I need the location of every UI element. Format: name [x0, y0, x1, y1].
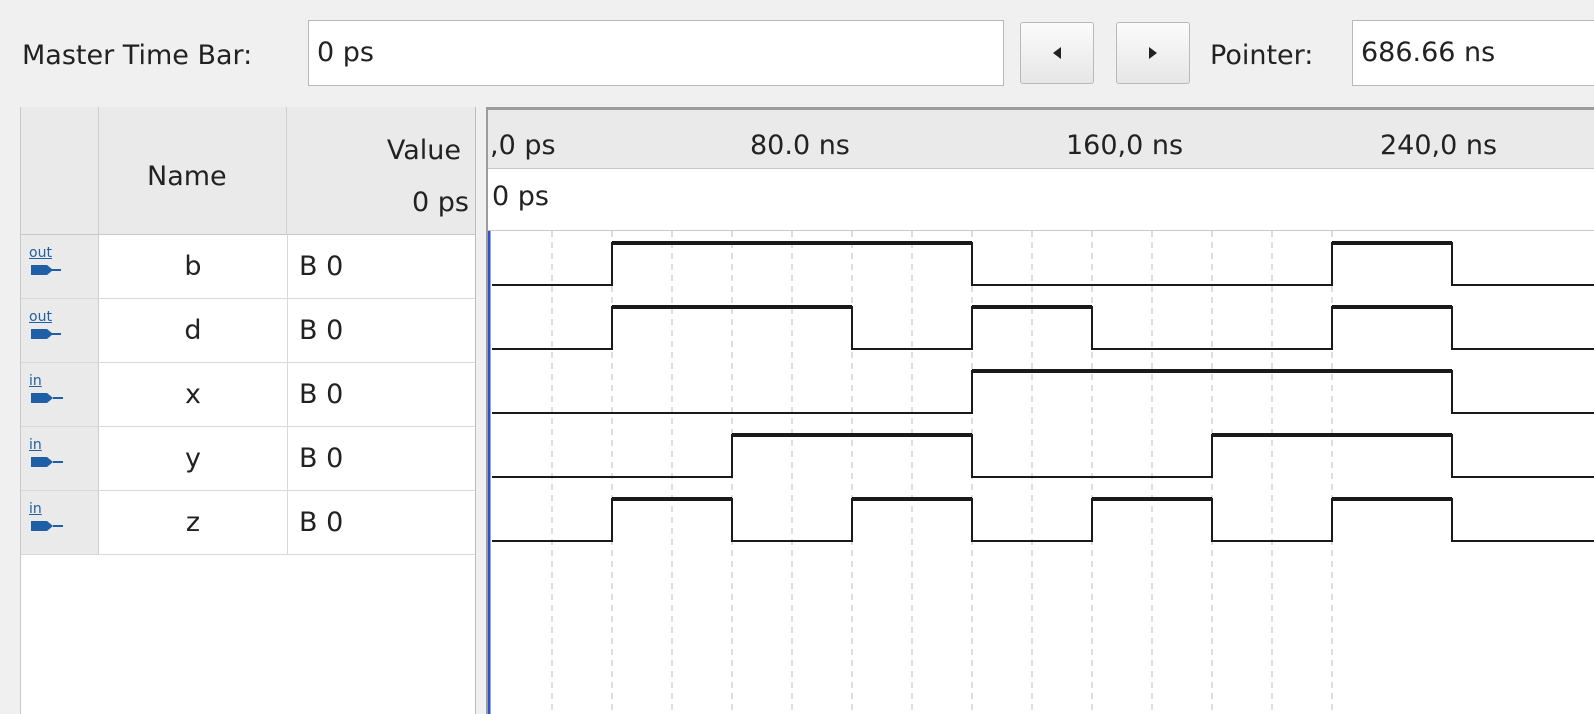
pin-direction-label: in	[29, 373, 42, 389]
out-pin-icon: out	[29, 309, 69, 351]
master-time-bar-field[interactable]: 0 ps	[308, 20, 1004, 86]
signal-name: d	[99, 299, 288, 362]
waveform-b[interactable]	[492, 242, 1594, 286]
pin-cell: out	[21, 235, 99, 298]
ruler-label-160ns: 160,0 ns	[1066, 130, 1184, 161]
header-name-label: Name	[147, 161, 227, 192]
cursor-time-row: 0 ps	[488, 169, 1594, 231]
signal-name: z	[99, 491, 288, 554]
in-pin-icon: in	[29, 437, 69, 479]
header-name-column[interactable]: Name	[99, 107, 287, 235]
waveform-panel[interactable]: ,0 ps 80.0 ns 160,0 ns 240,0 ns 0 ps	[486, 107, 1594, 714]
cursor-time-label: 0 ps	[492, 181, 549, 212]
waveform-z[interactable]	[492, 498, 1594, 542]
arrow-left-icon	[1053, 47, 1061, 59]
pointer-label: Pointer:	[1210, 40, 1314, 71]
signal-row-z[interactable]: in z B 0	[21, 491, 475, 555]
in-pin-icon: in	[29, 373, 69, 415]
signal-value: B 0	[299, 315, 344, 346]
in-pin-icon: in	[29, 501, 69, 543]
signal-value: B 0	[299, 379, 344, 410]
time-ruler[interactable]: ,0 ps 80.0 ns 160,0 ns 240,0 ns	[488, 107, 1594, 169]
pin-direction-label: out	[29, 245, 52, 261]
pin-direction-label: out	[29, 309, 52, 325]
ruler-label-240ns: 240,0 ns	[1380, 130, 1498, 161]
waveform-d[interactable]	[492, 306, 1594, 350]
header-value-column[interactable]: Value 0 ps	[287, 107, 475, 235]
pointer-field[interactable]: 686.66 ns	[1352, 20, 1594, 86]
previous-transition-button[interactable]	[1020, 22, 1094, 84]
pin-cell: in	[21, 427, 99, 490]
header-value-label: Value	[386, 135, 461, 166]
waveform-y[interactable]	[492, 434, 1594, 478]
header-icon-column	[21, 107, 99, 235]
arrow-right-icon	[1149, 47, 1157, 59]
master-time-bar-label: Master Time Bar:	[22, 40, 253, 71]
next-transition-button[interactable]	[1116, 22, 1190, 84]
waveform-x[interactable]	[492, 370, 1594, 414]
signal-table: Name Value 0 ps out b B 0 out d B 0 in x B 0 in y B…	[20, 107, 476, 714]
ruler-label-0: ,0 ps	[490, 130, 556, 161]
pin-cell: out	[21, 299, 99, 362]
signal-row-y[interactable]: in y B 0	[21, 427, 475, 491]
ruler-label-80ns: 80.0 ns	[750, 130, 850, 161]
signal-row-b[interactable]: out b B 0	[21, 235, 475, 299]
out-pin-icon: out	[29, 245, 69, 287]
pin-cell: in	[21, 363, 99, 426]
signal-value: B 0	[299, 443, 344, 474]
header-value-time: 0 ps	[412, 187, 469, 218]
signal-name: b	[99, 235, 288, 298]
signal-value: B 0	[299, 507, 344, 538]
signal-name: y	[99, 427, 288, 490]
signal-row-x[interactable]: in x B 0	[21, 363, 475, 427]
pin-direction-label: in	[29, 501, 42, 517]
signal-row-d[interactable]: out d B 0	[21, 299, 475, 363]
pin-direction-label: in	[29, 437, 42, 453]
signal-name: x	[99, 363, 288, 426]
signal-value: B 0	[299, 251, 344, 282]
pin-cell: in	[21, 491, 99, 554]
